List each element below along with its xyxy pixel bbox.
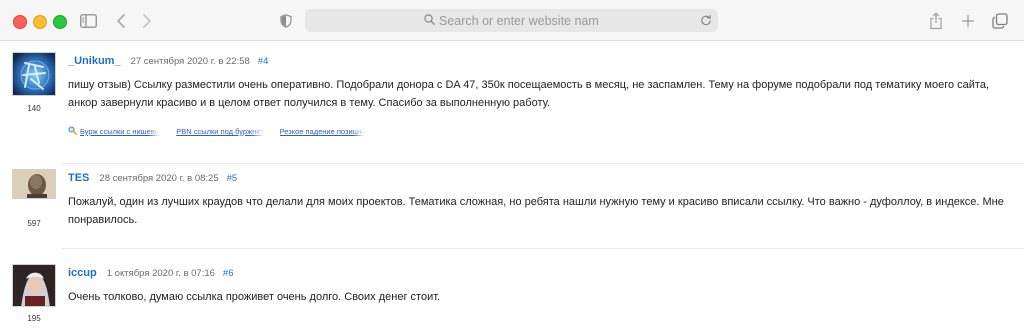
address-input[interactable] [439,13,599,28]
author-link[interactable]: TES [68,172,89,184]
post-date: 27 сентября 2020 г. в 22:58 [130,56,250,67]
post-date: 1 октября 2020 г. в 07:16 [106,268,215,279]
forum-thread: 140 _Unikum_ 27 сентября 2020 г. в 22:58… [0,41,1024,332]
avatar[interactable] [12,52,56,96]
avatar[interactable] [12,264,56,307]
author-link[interactable]: _Unikum_ [68,55,121,67]
reputation-count: 195 [27,314,41,323]
author-link[interactable]: iccup [68,267,97,279]
forum-post: 140 _Unikum_ 27 сентября 2020 г. в 22:58… [0,41,1024,163]
post-date: 28 сентября 2020 г. в 08:25 [99,173,219,184]
tabs-overview-icon[interactable] [990,11,1010,31]
address-bar[interactable] [305,9,718,32]
close-window-button[interactable] [13,15,27,29]
post-text: Пожалуй, один из лучших краудов что дела… [68,196,1004,226]
forum-post: 597 TES 28 сентября 2020 г. в 08:25 #5 П… [0,164,1024,248]
sidebar-icon[interactable] [78,11,98,31]
post-meta: _Unikum_ 27 сентября 2020 г. в 22:58 #4 [68,55,268,67]
reload-icon[interactable] [700,13,712,32]
related-link[interactable]: PBN ссылки под буржнет [176,127,263,136]
post-number-link[interactable]: #5 [227,173,238,184]
forum-post: 195 iccup 1 октября 2020 г. в 07:16 #6 О… [0,249,1024,332]
share-icon[interactable] [926,11,946,31]
avatar[interactable] [12,169,56,199]
shield-icon[interactable] [276,11,296,31]
new-tab-icon[interactable] [958,11,978,31]
back-icon[interactable] [111,11,131,31]
post-meta: iccup 1 октября 2020 г. в 07:16 #6 [68,267,234,279]
related-link[interactable]: Бурж ссылки с нишевы [80,127,160,136]
search-icon [424,12,435,30]
browser-toolbar [0,0,1024,41]
post-meta: TES 28 сентября 2020 г. в 08:25 #5 [68,172,237,184]
post-text: Очень толково, думаю ссылка проживет оче… [68,291,441,303]
related-links: Бурж ссылки с нишевы PBN ссылки под бурж… [68,126,381,137]
post-text: пишу отзыв) Ссылку разместили очень опер… [68,79,990,109]
forward-icon[interactable] [137,11,157,31]
post-number-link[interactable]: #4 [258,56,269,67]
reputation-count: 140 [27,104,41,113]
minimize-window-button[interactable] [33,15,47,29]
zoom-window-button[interactable] [53,15,67,29]
post-number-link[interactable]: #6 [223,268,234,279]
reputation-count: 597 [27,219,41,228]
related-link-icon [68,126,80,137]
related-link[interactable]: Резкое падение позиций [280,127,366,136]
